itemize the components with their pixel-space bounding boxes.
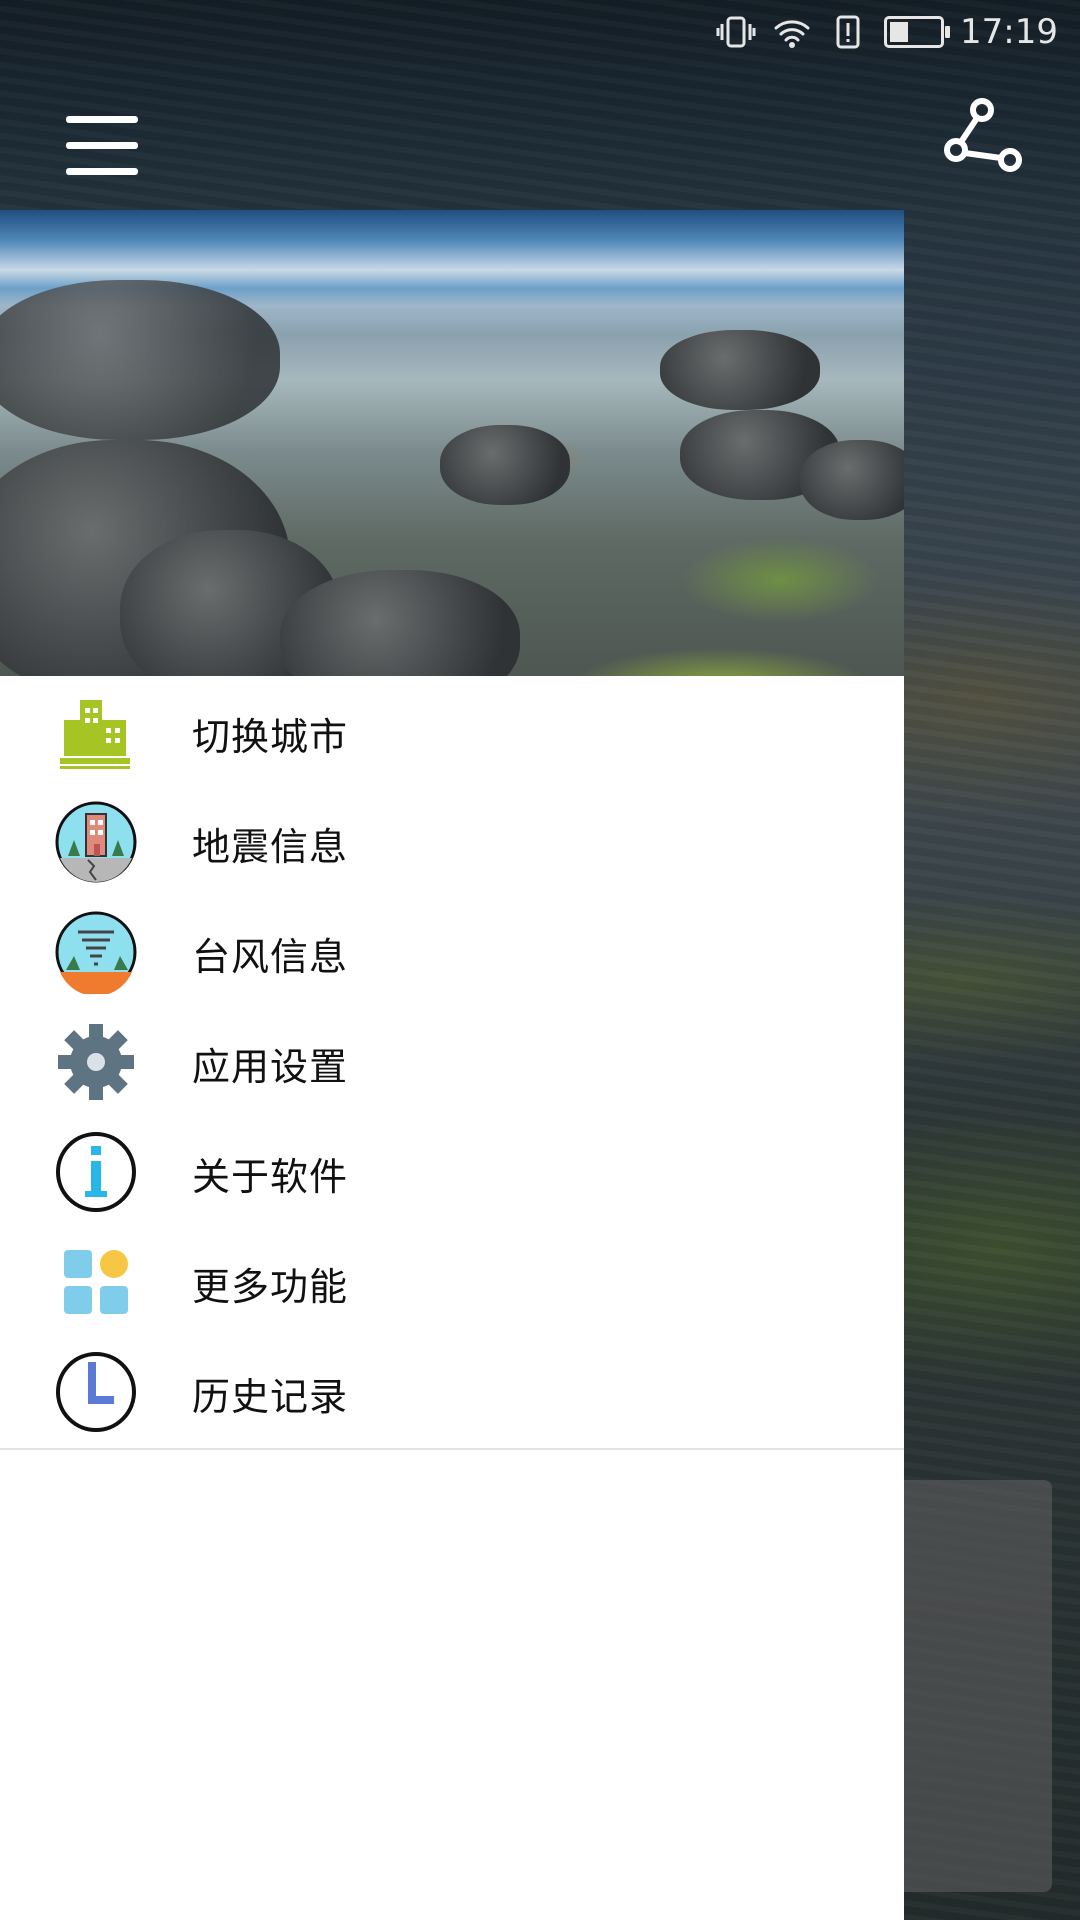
earthquake-icon (55, 801, 137, 883)
drawer-item-earthquake[interactable]: 地震信息 (0, 786, 904, 896)
city-buildings-icon (60, 700, 130, 769)
drawer-item-more[interactable]: 更多功能 (0, 1226, 904, 1336)
drawer-item-label: 历史记录 (192, 1375, 349, 1419)
drawer-item-settings[interactable]: 应用设置 (0, 1006, 904, 1116)
drawer-item-history[interactable]: 历史记录 (0, 1336, 904, 1446)
gear-icon (58, 1024, 134, 1100)
grid-more-icon (64, 1250, 128, 1314)
drawer-item-label: 关于软件 (192, 1155, 349, 1199)
clock-history-icon (56, 1352, 136, 1432)
drawer-item-label: 台风信息 (192, 935, 349, 979)
drawer-item-label: 应用设置 (192, 1045, 349, 1089)
battery-icon (884, 16, 951, 48)
drawer-header-image (0, 210, 904, 676)
drawer-item-label: 地震信息 (192, 825, 349, 869)
share-icon[interactable] (944, 98, 1026, 180)
wifi-icon (774, 20, 810, 48)
vibrate-icon (716, 16, 756, 48)
drawer-menu: 切换城市 地震信息 台风信息 应用设置 关于软件 更多功能 历史记录 (0, 676, 904, 1446)
navigation-drawer: 切换城市 地震信息 台风信息 应用设置 关于软件 更多功能 历史记录 (0, 210, 904, 1920)
drawer-divider (0, 1448, 904, 1450)
drawer-item-label: 切换城市 (192, 715, 349, 759)
drawer-item-switch-city[interactable]: 切换城市 (0, 676, 904, 786)
drawer-item-about[interactable]: 关于软件 (0, 1116, 904, 1226)
status-bar: 17:19 (0, 0, 1080, 64)
drawer-item-typhoon[interactable]: 台风信息 (0, 896, 904, 1006)
hamburger-menu-icon[interactable] (64, 116, 140, 176)
info-icon (56, 1132, 136, 1212)
typhoon-icon (55, 911, 137, 994)
drawer-item-label: 更多功能 (192, 1265, 349, 1309)
status-time: 17:19 (960, 12, 1058, 52)
alert-icon (836, 15, 860, 49)
